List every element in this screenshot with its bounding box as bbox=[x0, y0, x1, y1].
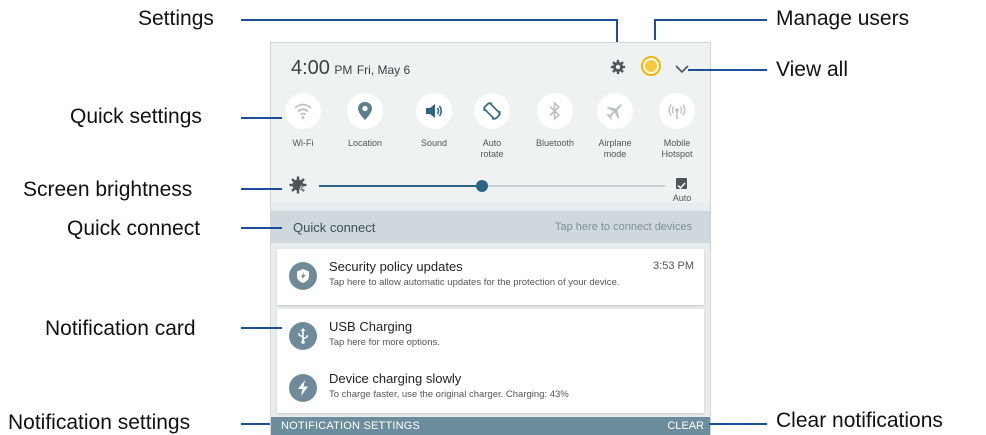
callout-lines bbox=[241, 19, 767, 425]
line-settings bbox=[241, 19, 618, 42]
line-manage-users bbox=[654, 19, 767, 40]
